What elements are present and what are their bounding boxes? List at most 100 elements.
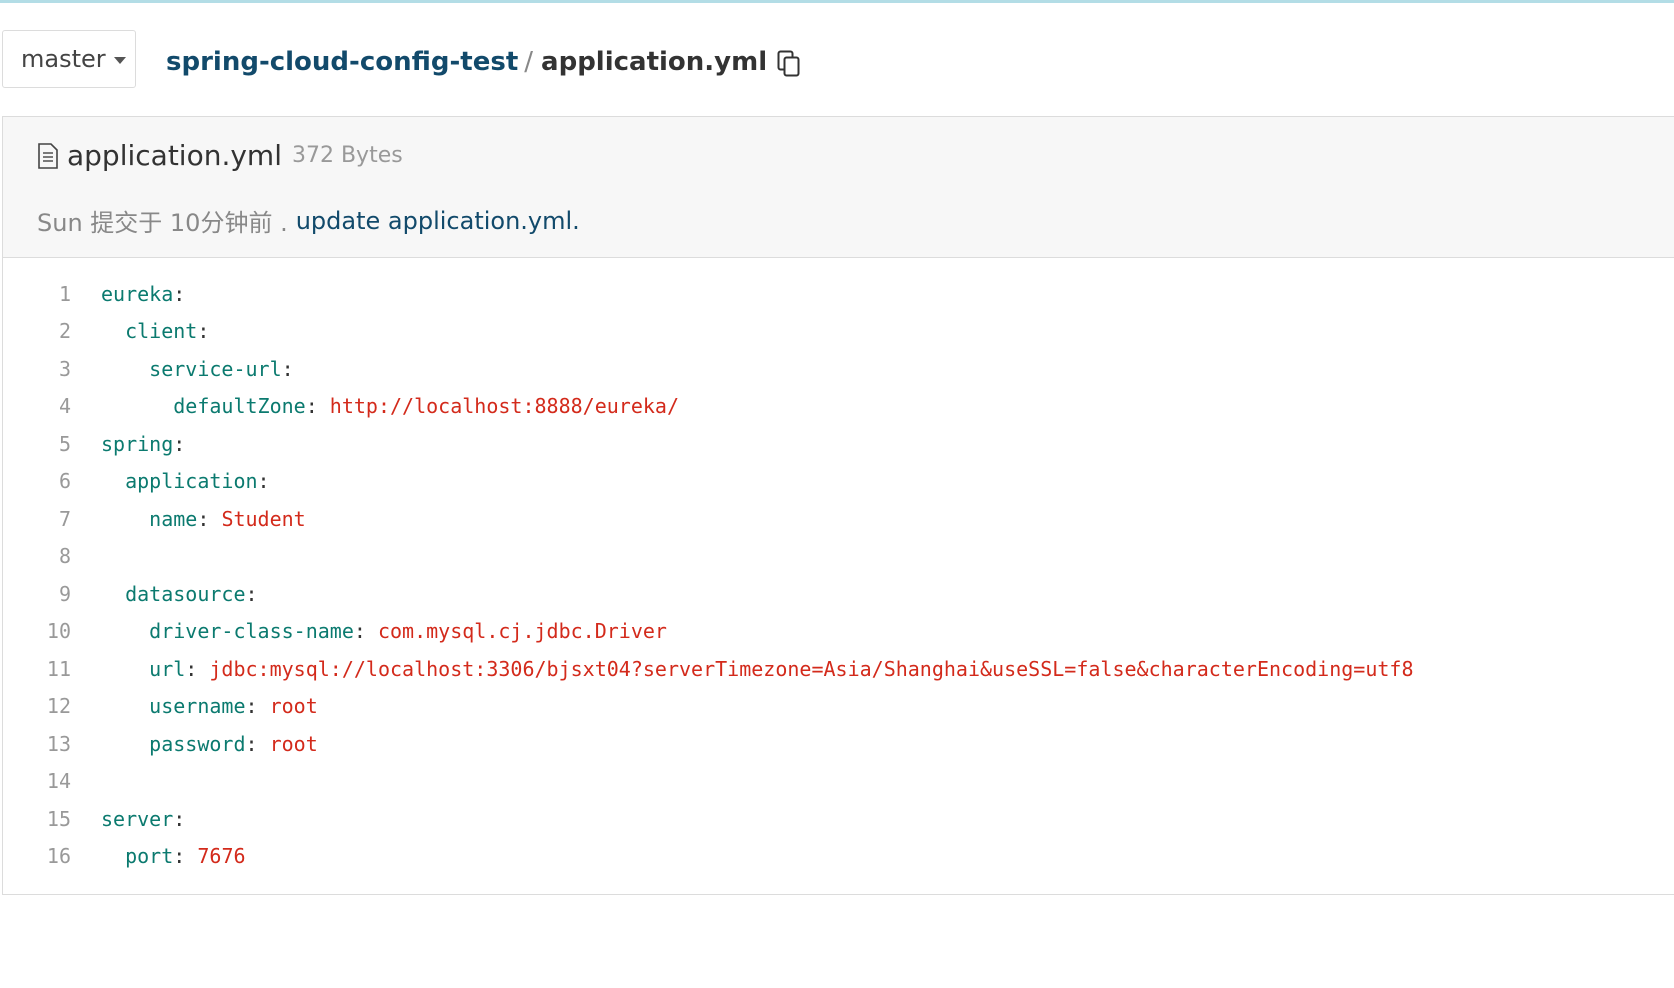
file-size: 372 Bytes <box>291 143 403 168</box>
yaml-key: spring <box>101 431 174 456</box>
code-text: defaultZone: http://localhost:8888/eurek… <box>101 394 679 418</box>
yaml-separator: : <box>173 806 186 831</box>
file-document-icon <box>37 142 59 169</box>
yaml-key: name <box>149 506 198 531</box>
yaml-separator: : <box>173 281 186 306</box>
copy-icon[interactable] <box>777 50 801 78</box>
breadcrumb-repo-link[interactable]: spring-cloud-config-test <box>166 47 518 77</box>
line-number: 11 <box>46 656 71 681</box>
code-text: port: 7676 <box>101 844 246 869</box>
yaml-separator: : <box>245 731 270 756</box>
commit-meta: Sun 提交于 10分钟前 . <box>37 209 288 237</box>
yaml-separator: : <box>245 694 270 719</box>
line-number: 13 <box>46 731 71 756</box>
line-number: 5 <box>58 431 71 456</box>
line-number: 3 <box>58 356 71 381</box>
yaml-value: root <box>269 731 318 756</box>
code-line: 5 spring: <box>3 425 1674 463</box>
code-text: eureka: <box>101 282 185 306</box>
yaml-separator: : <box>281 356 294 381</box>
yaml-key: driver-class-name <box>149 619 354 644</box>
file-viewer: application.yml 372 Bytes Sun 提交于 10分钟前 … <box>2 116 1674 895</box>
line-number: 10 <box>46 619 71 644</box>
code-line: 9 datasource: <box>3 575 1674 613</box>
code-line: 2 client: <box>3 313 1674 351</box>
yaml-value: jdbc:mysql://localhost:3306/bjsxt04?serv… <box>209 656 1414 681</box>
code-line: 13 password: root <box>3 725 1674 763</box>
yaml-key: client <box>125 319 198 344</box>
code-content: 1 eureka: 2 client: 3 service-url: 4 default… <box>3 275 1674 875</box>
line-number: 9 <box>58 581 71 606</box>
breadcrumb: spring-cloud-config-test / application.y… <box>166 40 801 84</box>
code-text: driver-class-name: com.mysql.cj.jdbc.Dri… <box>101 619 667 643</box>
yaml-separator: : <box>197 506 222 531</box>
yaml-key: eureka <box>101 281 174 306</box>
code-text: spring: <box>101 432 185 456</box>
yaml-value: Student <box>221 506 306 531</box>
breadcrumb-file-name: application.yml <box>541 47 768 77</box>
code-text: username: root <box>101 694 318 718</box>
code-line: 4 defaultZone: http://localhost:8888/eur… <box>3 388 1674 426</box>
code-line: 14 <box>3 763 1674 801</box>
code-line: 1 eureka: <box>3 275 1674 313</box>
code-line: 12 username: root <box>3 688 1674 726</box>
line-number: 7 <box>58 506 71 531</box>
yaml-key: username <box>149 694 246 719</box>
line-number: 14 <box>46 769 71 794</box>
code-line: 3 service-url: <box>3 350 1674 388</box>
commit-message-link[interactable]: update application.yml. <box>296 207 580 235</box>
breadcrumb-separator: / <box>524 47 534 77</box>
yaml-key: service-url <box>149 356 282 381</box>
yaml-separator: : <box>245 581 258 606</box>
yaml-value: http://localhost:8888/eureka/ <box>329 394 679 419</box>
top-accent-line <box>0 0 1674 3</box>
yaml-separator: : <box>353 619 378 644</box>
code-line: 10 driver-class-name: com.mysql.cj.jdbc.… <box>3 613 1674 651</box>
yaml-separator: : <box>257 469 270 494</box>
yaml-separator: : <box>197 319 210 344</box>
yaml-value: com.mysql.cj.jdbc.Driver <box>377 619 667 644</box>
code-text: service-url: <box>101 357 294 381</box>
yaml-separator: : <box>305 394 330 419</box>
code-text: client: <box>101 319 209 343</box>
yaml-key: datasource <box>125 581 246 606</box>
code-line: 6 application: <box>3 463 1674 501</box>
file-title-row: application.yml 372 Bytes <box>37 139 403 172</box>
code-line: 7 name: Student <box>3 500 1674 538</box>
caret-down-icon <box>113 56 126 64</box>
branch-selector-button[interactable]: master <box>2 30 136 88</box>
code-line: 15 server: <box>3 800 1674 838</box>
code-line: 11 url: jdbc:mysql://localhost:3306/bjsx… <box>3 650 1674 688</box>
file-name: application.yml <box>67 139 282 172</box>
yaml-value: 7676 <box>197 844 246 869</box>
code-text: datasource: <box>101 581 258 606</box>
line-number: 8 <box>58 544 71 569</box>
code-text: application: <box>101 469 270 493</box>
code-text: server: <box>101 807 185 831</box>
yaml-separator: : <box>173 431 186 456</box>
line-number: 6 <box>58 469 71 494</box>
code-text: url: jdbc:mysql://localhost:3306/bjsxt04… <box>101 656 1414 681</box>
yaml-key: password <box>149 731 246 756</box>
line-number: 12 <box>46 694 71 719</box>
line-number: 1 <box>58 281 71 306</box>
yaml-key: server <box>101 806 174 831</box>
yaml-separator: : <box>185 656 210 681</box>
line-number: 2 <box>58 319 71 344</box>
code-line: 16 port: 7676 <box>3 838 1674 876</box>
yaml-key: defaultZone <box>173 394 306 419</box>
file-header: application.yml 372 Bytes Sun 提交于 10分钟前 … <box>3 117 1674 258</box>
yaml-key: application <box>125 469 258 494</box>
yaml-separator: : <box>173 844 198 869</box>
